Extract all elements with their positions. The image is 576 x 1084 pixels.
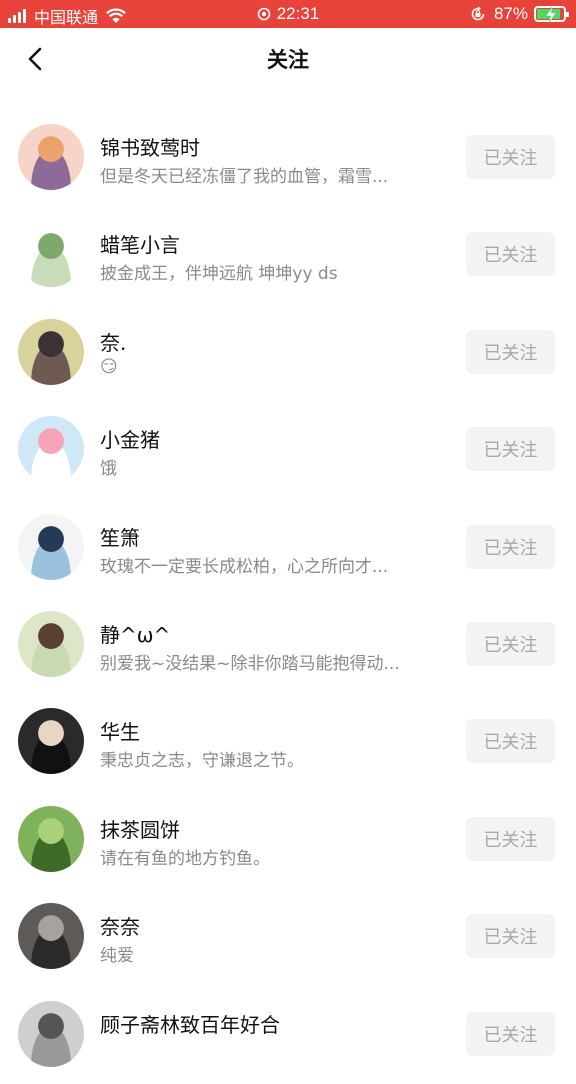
user-bio: 披金成王，伴坤远航 坤坤yy ds (100, 264, 338, 285)
list-item[interactable]: 抹茶圆饼请在有鱼的地方钓鱼。 已关注 (0, 792, 576, 889)
avatar[interactable] (18, 124, 84, 190)
user-name[interactable]: 笙箫 (100, 522, 140, 551)
status-right: 87% (470, 4, 569, 24)
user-bio: 饿 (100, 459, 117, 480)
user-bio: 玫瑰不一定要长成松柏，心之所向才... (100, 556, 389, 577)
user-bio: 但是冬天已经冻僵了我的血管，霜雪... (100, 167, 389, 187)
user-name[interactable]: 抹茶圆饼 (100, 814, 180, 843)
page-title: 关注 (267, 48, 309, 72)
follow-list: 锦书致莺时 但是冬天已经冻僵了我的血管，霜雪... 已关注 蜡笔小言 披金成王，伴坤远航… (0, 110, 576, 1084)
clock-time: 22:31 (276, 4, 320, 23)
list-item[interactable]: 奈. 😏 已关注 (0, 305, 576, 402)
user-bio: 😏 (100, 356, 118, 377)
avatar[interactable] (18, 903, 84, 970)
avatar[interactable] (18, 1000, 84, 1067)
avatar[interactable] (18, 318, 84, 385)
followed-button[interactable]: 已关注 (466, 914, 555, 959)
followed-button[interactable]: 已关注 (466, 232, 555, 277)
user-bio: 别爱我~没结果~除非你踏马能抱得动... (100, 653, 400, 674)
list-item[interactable]: 华生秉忠贞之志，守谦退之节。 已关注 (0, 694, 576, 791)
avatar[interactable] (18, 805, 84, 872)
battery-percent: 87% (493, 4, 528, 23)
location-icon (257, 7, 271, 21)
rotation-lock-icon (471, 6, 485, 21)
followed-button[interactable]: 已关注 (466, 816, 555, 861)
list-item[interactable]: 静^ω^ 别爱我~没结果~除非你踏马能抱得动... 已关注 (0, 597, 576, 694)
user-name[interactable]: 小金猪 (100, 424, 160, 453)
list-item[interactable]: 笙箫玫瑰不一定要长成松柏，心之所向才... 已关注 (0, 500, 576, 597)
user-bio: 秉忠贞之志，守谦退之节。 (100, 751, 304, 772)
list-item[interactable]: 蜡笔小言披金成王，伴坤远航 坤坤yy ds 已关注 (0, 207, 576, 304)
list-item[interactable]: 顾子斋林致百年好合 已关注 (0, 987, 576, 1084)
user-name[interactable]: 蜡笔小言 (100, 229, 180, 258)
avatar[interactable] (18, 708, 84, 775)
list-item[interactable]: 奈奈纯爱 已关注 (0, 889, 576, 986)
followed-button[interactable]: 已关注 (466, 524, 555, 569)
followed-button[interactable]: 已关注 (466, 621, 555, 666)
followed-button[interactable]: 已关注 (466, 329, 555, 374)
user-name[interactable]: 奈奈 (100, 911, 140, 940)
followed-button[interactable]: 已关注 (466, 719, 555, 764)
user-name[interactable]: 静^ω^ (100, 619, 170, 648)
list-item[interactable]: 小金猪饿 已关注 (0, 402, 576, 499)
avatar[interactable] (18, 513, 84, 580)
list-item[interactable]: 锦书致莺时但是冬天已经冻僵了我的血管，霜雪... 已关注 (0, 110, 576, 207)
nav-bar: 关注 (0, 28, 576, 90)
followed-button[interactable]: 已关注 (466, 427, 555, 472)
avatar[interactable] (18, 610, 84, 677)
battery-charging-icon (534, 6, 569, 23)
avatar[interactable] (18, 221, 84, 288)
status-bar: 中国联通 22:31 87% (0, 0, 576, 28)
followed-button[interactable]: 已关注 (466, 135, 555, 179)
avatar[interactable] (18, 416, 84, 483)
user-name[interactable]: 锦书致莺时 (100, 132, 200, 161)
user-name[interactable]: 顾子斋林致百年好合 (100, 1009, 280, 1038)
followed-button[interactable]: 已关注 (466, 1011, 555, 1056)
user-bio: 请在有鱼的地方钓鱼。 (100, 848, 270, 869)
user-name[interactable]: 奈. (100, 327, 126, 356)
user-bio: 纯爱 (100, 946, 134, 967)
user-name[interactable]: 华生 (100, 716, 140, 745)
